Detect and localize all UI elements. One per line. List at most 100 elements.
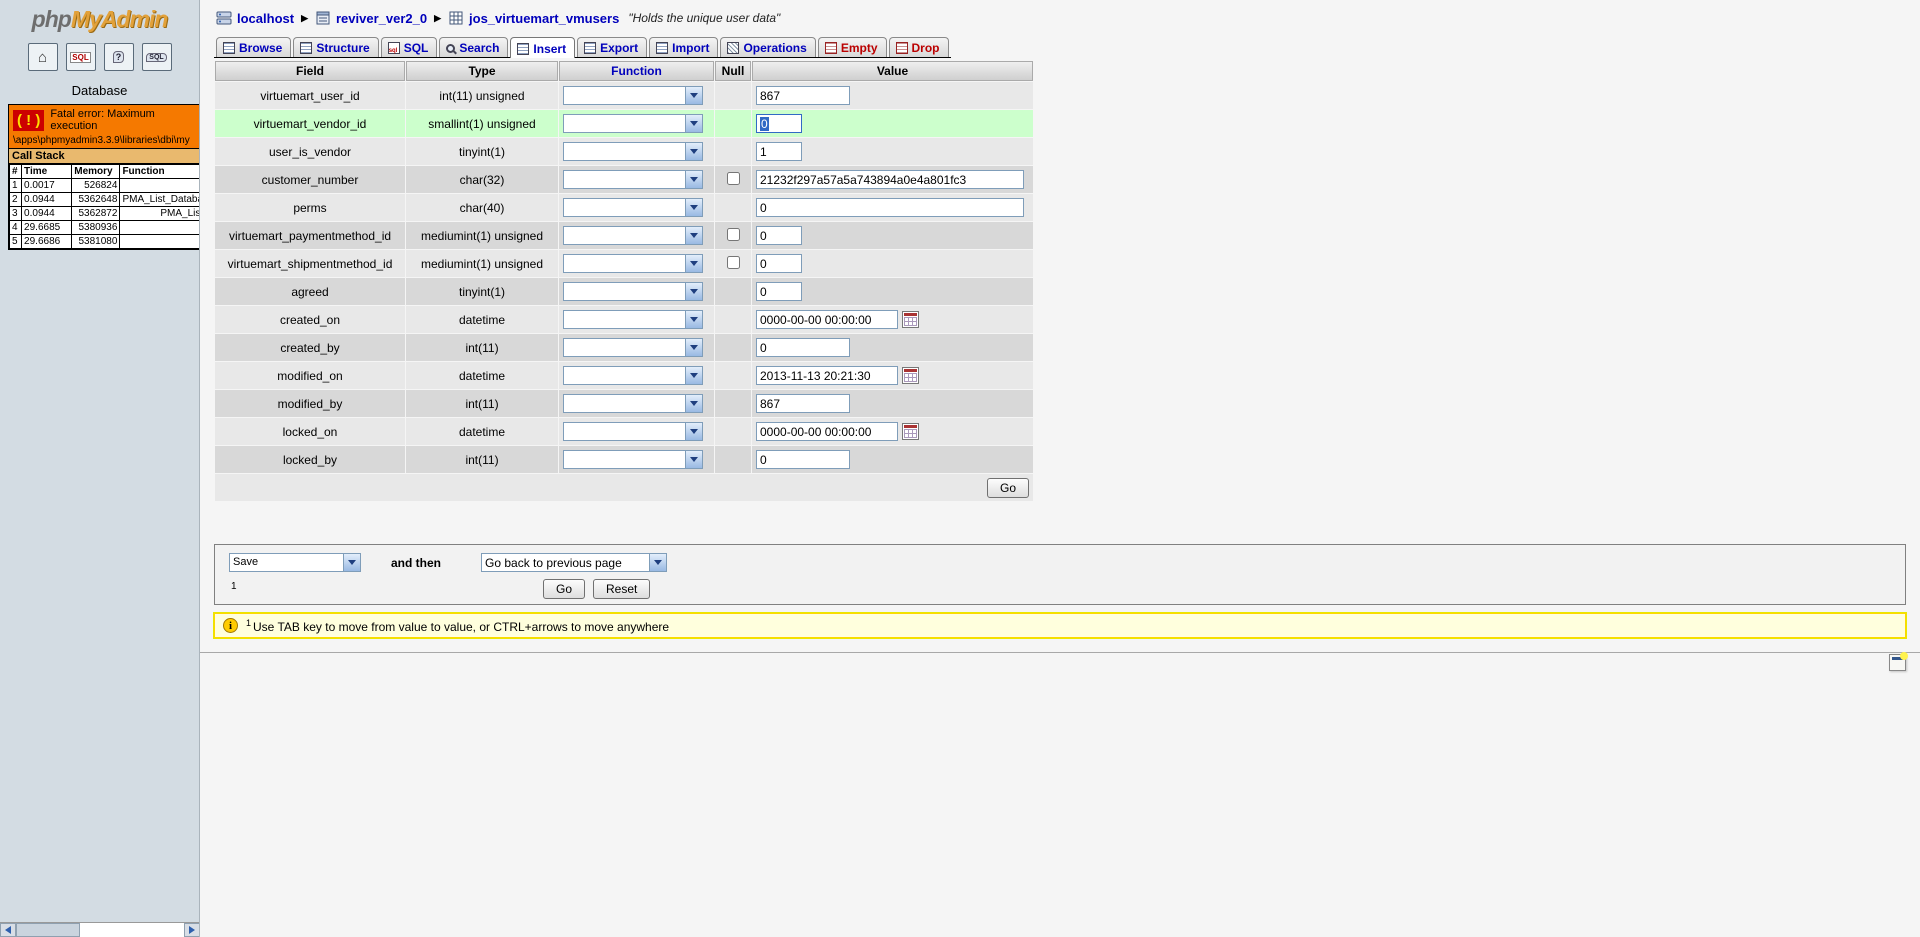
value-input-locked_on[interactable] — [756, 422, 898, 441]
function-select-locked_by[interactable] — [563, 450, 703, 469]
scroll-right-icon[interactable] — [184, 923, 200, 937]
function-select-customer_number[interactable] — [563, 170, 703, 189]
value-input-agreed[interactable] — [756, 282, 802, 301]
save-action-select[interactable]: Save — [229, 553, 361, 572]
breadcrumb-database[interactable]: reviver_ver2_0 — [336, 11, 427, 26]
function-select-virtuemart_shipmentmethod_id[interactable] — [563, 254, 703, 273]
chevron-down-icon[interactable] — [685, 311, 702, 328]
fatal-error-box: ( ! ) Fatal error: Maximum execution \ap… — [8, 104, 200, 250]
help-bubble-icon[interactable]: ? — [104, 43, 134, 71]
value-input-virtuemart_user_id[interactable] — [756, 86, 850, 105]
after-insert-select[interactable]: Go back to previous page — [481, 553, 667, 572]
chevron-down-icon[interactable] — [685, 395, 702, 412]
function-select-agreed[interactable] — [563, 282, 703, 301]
chevron-down-icon[interactable] — [685, 87, 702, 104]
error-message: Fatal error: Maximum execution — [50, 108, 195, 132]
go-button[interactable]: Go — [543, 579, 585, 599]
call-stack-cell: 29.6685 — [22, 221, 72, 235]
value-input-modified_on[interactable] — [756, 366, 898, 385]
scrollbar-track[interactable] — [80, 923, 184, 937]
function-cell — [559, 82, 714, 109]
breadcrumb-separator-icon: ▶ — [432, 13, 443, 24]
null-cell — [715, 278, 751, 305]
field-type: smallint(1) unsigned — [406, 110, 558, 137]
tab-structure[interactable]: Structure — [293, 37, 378, 57]
chevron-down-icon[interactable] — [685, 339, 702, 356]
value-input-virtuemart_vendor_id[interactable]: 0 — [756, 114, 802, 133]
header-function[interactable]: Function — [559, 61, 714, 81]
tab-browse[interactable]: Browse — [216, 37, 291, 57]
value-input-virtuemart_shipmentmethod_id[interactable] — [756, 254, 802, 273]
value-input-perms[interactable] — [756, 198, 1024, 217]
insert-go-button[interactable]: Go — [987, 478, 1029, 498]
field-type: tinyint(1) — [406, 138, 558, 165]
function-cell — [559, 390, 714, 417]
value-input-customer_number[interactable] — [756, 170, 1024, 189]
tab-drop[interactable]: Drop — [889, 37, 949, 57]
null-checkbox-virtuemart_paymentmethod_id[interactable] — [727, 228, 740, 241]
chevron-down-icon[interactable] — [685, 255, 702, 272]
function-select-value — [564, 171, 685, 188]
function-select-perms[interactable] — [563, 198, 703, 217]
sql-doc-icon[interactable]: SQL — [66, 43, 96, 71]
home-icon[interactable]: ⌂ — [28, 43, 58, 71]
function-select-modified_on[interactable] — [563, 366, 703, 385]
value-input-locked_by[interactable] — [756, 450, 850, 469]
function-select-modified_by[interactable] — [563, 394, 703, 413]
export-icon — [584, 42, 596, 54]
call-stack-row: 429.66855380936PMA_ge — [10, 221, 201, 235]
chevron-down-icon[interactable] — [343, 554, 360, 571]
breadcrumb-server[interactable]: localhost — [237, 11, 294, 26]
chevron-down-icon[interactable] — [685, 423, 702, 440]
chevron-down-icon[interactable] — [685, 451, 702, 468]
function-select-locked_on[interactable] — [563, 422, 703, 441]
tab-import[interactable]: Import — [649, 37, 718, 57]
chevron-down-icon[interactable] — [649, 554, 666, 571]
main-content: localhost ▶ reviver_ver2_0 ▶ jos_virtuem… — [200, 0, 1920, 937]
field-type: mediumint(1) unsigned — [406, 222, 558, 249]
chevron-down-icon[interactable] — [685, 143, 702, 160]
chevron-down-icon[interactable] — [685, 199, 702, 216]
tab-sql[interactable]: SQL — [381, 37, 438, 57]
function-select-created_on[interactable] — [563, 310, 703, 329]
calendar-icon[interactable] — [902, 367, 919, 384]
function-select-value — [564, 451, 685, 468]
value-input-created_on[interactable] — [756, 310, 898, 329]
field-row-virtuemart_paymentmethod_id: virtuemart_paymentmethod_idmediumint(1) … — [215, 222, 1033, 249]
scrollbar-thumb[interactable] — [16, 923, 80, 937]
sidebar-horizontal-scrollbar[interactable] — [0, 922, 200, 937]
value-input-virtuemart_paymentmethod_id[interactable] — [756, 226, 802, 245]
scroll-left-icon[interactable] — [0, 923, 16, 937]
null-checkbox-customer_number[interactable] — [727, 172, 740, 185]
tab-search[interactable]: Search — [439, 37, 508, 57]
tab-operations[interactable]: Operations — [720, 37, 815, 57]
calendar-icon[interactable] — [902, 423, 919, 440]
value-input-user_is_vendor[interactable] — [756, 142, 802, 161]
function-select-virtuemart_paymentmethod_id[interactable] — [563, 226, 703, 245]
sql-window-icon[interactable]: SQL — [142, 43, 172, 71]
insert-table-header: Field Type Function Null Value — [215, 61, 1033, 81]
query-window-icon[interactable] — [1889, 654, 1906, 671]
tab-insert[interactable]: Insert — [510, 37, 575, 58]
chevron-down-icon[interactable] — [685, 283, 702, 300]
phpmyadmin-logo[interactable]: phpMyAdmin — [0, 0, 199, 33]
calendar-icon[interactable] — [902, 311, 919, 328]
value-input-created_by[interactable] — [756, 338, 850, 357]
tab-empty[interactable]: Empty — [818, 37, 887, 57]
chevron-down-icon[interactable] — [685, 115, 702, 132]
tab-export[interactable]: Export — [577, 37, 647, 57]
chevron-down-icon[interactable] — [685, 227, 702, 244]
null-cell — [715, 418, 751, 445]
call-stack-cell: PMA_ge — [120, 221, 200, 235]
call-stack-cell: 5362648 — [72, 193, 120, 207]
chevron-down-icon[interactable] — [685, 171, 702, 188]
chevron-down-icon[interactable] — [685, 367, 702, 384]
breadcrumb-table[interactable]: jos_virtuemart_vmusers — [469, 11, 619, 26]
reset-button[interactable]: Reset — [593, 579, 650, 599]
value-input-modified_by[interactable] — [756, 394, 850, 413]
function-select-virtuemart_vendor_id[interactable] — [563, 114, 703, 133]
null-checkbox-virtuemart_shipmentmethod_id[interactable] — [727, 256, 740, 269]
function-select-created_by[interactable] — [563, 338, 703, 357]
function-select-user_is_vendor[interactable] — [563, 142, 703, 161]
function-select-virtuemart_user_id[interactable] — [563, 86, 703, 105]
